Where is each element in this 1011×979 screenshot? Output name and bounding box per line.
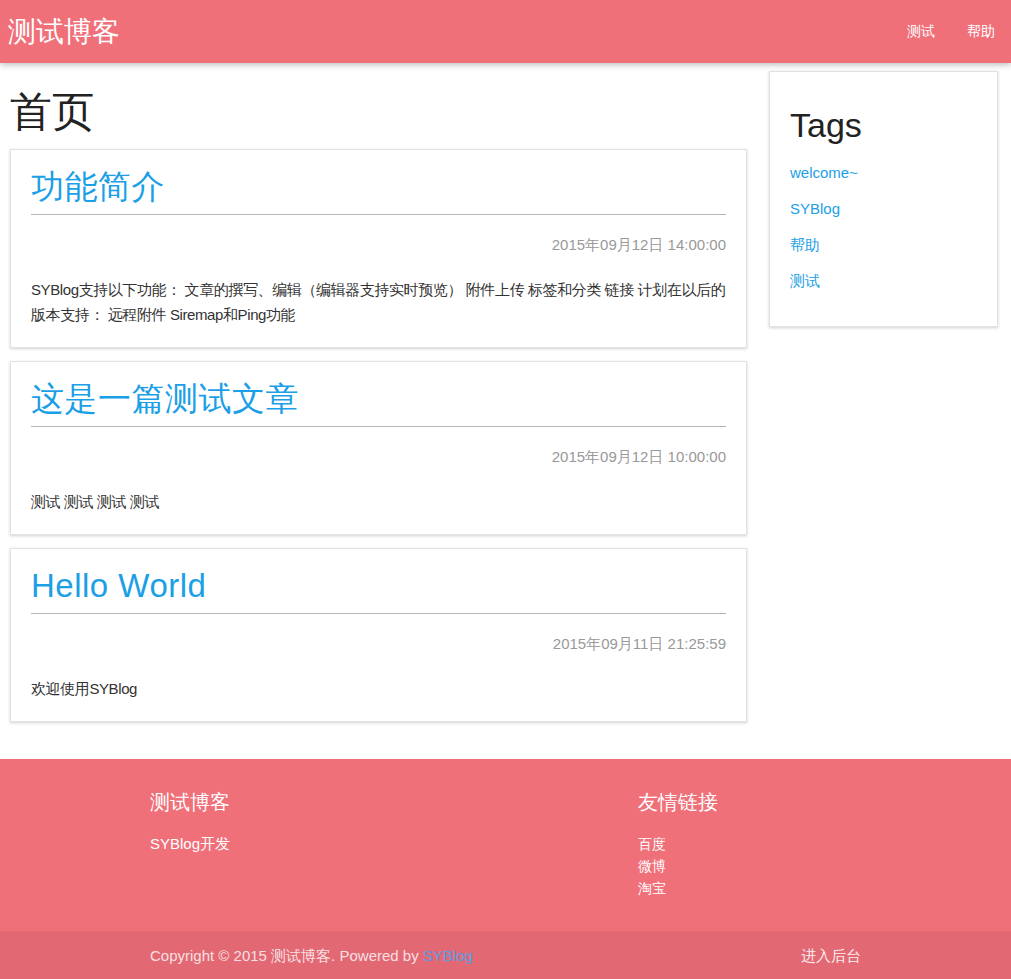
page-body: 首页 功能简介 2015年09月12日 14:00:00 SYBlog支持以下功… <box>0 63 1011 759</box>
footer-about: 测试博客 SYBlog开发 <box>150 789 638 899</box>
article-content: SYBlog支持以下功能： 文章的撰写、编辑（编辑器支持实时预览） 附件上传 标… <box>31 277 726 327</box>
copyright-syblog-link[interactable]: SYBlog <box>423 947 473 964</box>
navbar-links: 测试 帮助 <box>875 23 995 41</box>
friend-link[interactable]: 淘宝 <box>638 880 666 896</box>
footer-about-link[interactable]: SYBlog开发 <box>150 835 230 852</box>
article-card: 这是一篇测试文章 2015年09月12日 10:00:00 测试 测试 测试 测… <box>10 361 747 535</box>
article-content: 测试 测试 测试 测试 <box>31 489 726 514</box>
divider <box>31 426 726 427</box>
article-content: 欢迎使用SYBlog <box>31 676 726 701</box>
tags-heading: Tags <box>790 105 977 145</box>
friend-link-item: 百度 <box>638 833 718 855</box>
article-date: 2015年09月12日 10:00:00 <box>31 449 726 464</box>
navbar: 测试博客 测试 帮助 <box>0 0 1011 63</box>
friend-links-list: 百度 微博 淘宝 <box>638 833 718 899</box>
tags-list: welcome~ SYBlog 帮助 测试 <box>790 162 977 292</box>
tag-item: welcome~ <box>790 162 977 184</box>
admin-link[interactable]: 进入后台 <box>801 947 861 966</box>
footer-top: 测试博客 SYBlog开发 友情链接 百度 微博 淘宝 <box>0 759 1011 931</box>
nav-link-help[interactable]: 帮助 <box>935 23 995 41</box>
article-list: 功能简介 2015年09月12日 14:00:00 SYBlog支持以下功能： … <box>10 149 747 722</box>
bottom-bar: Copyright © 2015 测试博客. Powered by SYBlog… <box>0 931 1011 979</box>
article-date: 2015年09月11日 21:25:59 <box>31 636 726 651</box>
tags-panel: Tags welcome~ SYBlog 帮助 测试 <box>769 71 998 327</box>
tag-link[interactable]: welcome~ <box>790 164 858 181</box>
copyright-text: Copyright © 2015 测试博客. Powered by SYBlog <box>150 947 473 966</box>
main-column: 首页 功能简介 2015年09月12日 14:00:00 SYBlog支持以下功… <box>10 63 747 759</box>
copyright-prefix: Copyright © 2015 测试博客. Powered by <box>150 947 423 964</box>
tag-link[interactable]: SYBlog <box>790 200 840 217</box>
page-title: 首页 <box>10 89 747 135</box>
article-title-link[interactable]: Hello World <box>31 567 206 604</box>
tag-link[interactable]: 测试 <box>790 272 820 289</box>
tag-item: 帮助 <box>790 234 977 256</box>
nav-link-test[interactable]: 测试 <box>875 23 935 41</box>
friend-link-item: 微博 <box>638 855 718 877</box>
friend-link[interactable]: 微博 <box>638 858 666 874</box>
sidebar: Tags welcome~ SYBlog 帮助 测试 <box>769 63 998 759</box>
tag-item: SYBlog <box>790 198 977 220</box>
article-card: Hello World 2015年09月11日 21:25:59 欢迎使用SYB… <box>10 548 747 722</box>
footer: 测试博客 SYBlog开发 友情链接 百度 微博 淘宝 Copyright © … <box>0 759 1011 979</box>
article-title-link[interactable]: 功能简介 <box>31 168 165 205</box>
article-date: 2015年09月12日 14:00:00 <box>31 237 726 252</box>
article-card: 功能简介 2015年09月12日 14:00:00 SYBlog支持以下功能： … <box>10 149 747 348</box>
footer-about-heading: 测试博客 <box>150 789 638 815</box>
tag-item: 测试 <box>790 270 977 292</box>
site-brand[interactable]: 测试博客 <box>8 13 120 51</box>
tag-link[interactable]: 帮助 <box>790 236 820 253</box>
divider <box>31 613 726 614</box>
friend-link-item: 淘宝 <box>638 877 718 899</box>
friend-link[interactable]: 百度 <box>638 836 666 852</box>
friend-links-heading: 友情链接 <box>638 789 718 815</box>
footer-friend-links: 友情链接 百度 微博 淘宝 <box>638 789 718 899</box>
article-title-link[interactable]: 这是一篇测试文章 <box>31 380 299 417</box>
divider <box>31 214 726 215</box>
